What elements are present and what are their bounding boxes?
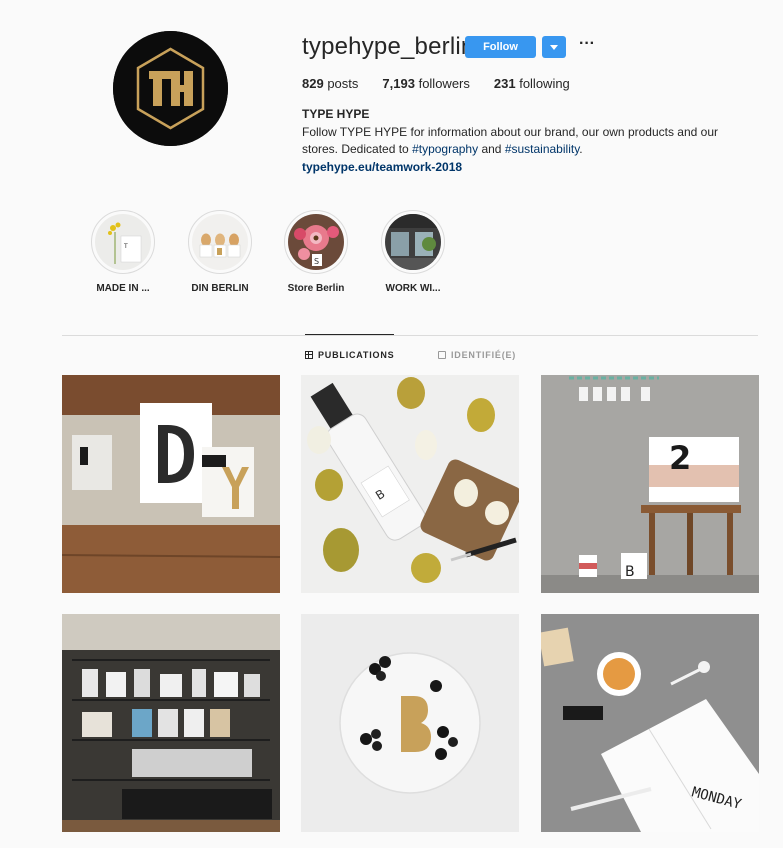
highlight-ring: S xyxy=(284,210,348,274)
post-thumbnail[interactable] xyxy=(301,614,519,832)
tab-publications-label: PUBLICATIONS xyxy=(318,350,395,360)
bio-website-link[interactable]: typehype.eu/teamwork-2018 xyxy=(302,160,462,174)
highlight-label: MADE IN ... xyxy=(96,283,150,294)
store-front-thumbnail-icon xyxy=(385,214,441,270)
highlight-ring xyxy=(381,210,445,274)
post-thumbnail[interactable]: B xyxy=(301,375,519,593)
highlight-work-with[interactable]: WORK WI... xyxy=(373,210,453,294)
bio-name: TYPE HYPE xyxy=(302,107,370,121)
svg-text:S: S xyxy=(314,257,319,266)
pears-bottle-image: B xyxy=(301,375,519,593)
bio-text: Follow TYPE HYPE for information about o… xyxy=(302,124,742,158)
chevron-down-icon xyxy=(550,44,558,50)
following-count-value: 231 xyxy=(493,76,516,91)
svg-text:B: B xyxy=(625,564,635,580)
store-shelves-image xyxy=(62,614,280,832)
stool-letter-2-image: 2 B xyxy=(541,375,759,593)
post-thumbnail[interactable] xyxy=(62,375,280,593)
highlight-ring xyxy=(188,210,252,274)
profile-stats: 829 posts 7,193 followers 231 following xyxy=(302,76,594,91)
profile-avatar[interactable] xyxy=(113,31,228,146)
posts-count-value: 829 xyxy=(302,76,324,91)
tab-tagged-label: IDENTIFIÉ(E) xyxy=(451,350,517,360)
follow-button[interactable]: Follow xyxy=(465,36,536,58)
followers-count-value: 7,193 xyxy=(382,76,415,91)
grid-icon xyxy=(305,351,313,359)
bio-period: . xyxy=(579,142,583,156)
bio-line-1: Follow TYPE HYPE for information about o… xyxy=(302,125,718,139)
highlight-label: Store Berlin xyxy=(287,283,345,294)
post-thumbnail[interactable]: MONDAY xyxy=(541,614,759,832)
followers-count-label: followers xyxy=(418,76,470,91)
highlight-label: DIN BERLIN xyxy=(191,283,249,294)
highlight-made-in[interactable]: T MADE IN ... xyxy=(83,210,163,294)
letter-cups-wood-image xyxy=(62,375,280,593)
plate-blackberries-b-image xyxy=(301,614,519,832)
post-thumbnail[interactable] xyxy=(62,614,280,832)
svg-text:T: T xyxy=(123,243,128,250)
post-thumbnail[interactable]: 2 B xyxy=(541,375,759,593)
highlight-label: WORK WI... xyxy=(385,283,441,294)
flowers-thumbnail-icon: S xyxy=(288,214,344,270)
tab-tagged[interactable]: IDENTIFIÉ(E) xyxy=(438,350,516,360)
bio-line-2: stores. Dedicated to xyxy=(302,142,413,156)
notebook-monday-image: MONDAY xyxy=(541,614,759,832)
bio-and-text: and xyxy=(478,142,505,156)
plant-card-thumbnail-icon: T xyxy=(95,214,151,270)
active-tab-indicator xyxy=(305,334,394,335)
more-options-button[interactable]: ··· xyxy=(578,36,596,58)
profile-username: typehype_berlin xyxy=(302,33,475,60)
hashtag-typography-link[interactable]: #typography xyxy=(412,142,478,156)
posts-count-label: posts xyxy=(327,76,359,91)
highlight-store-berlin[interactable]: S Store Berlin xyxy=(276,210,356,294)
highlight-ring: T xyxy=(91,210,155,274)
followers-count[interactable]: 7,193 followers xyxy=(382,76,469,91)
svg-text:2: 2 xyxy=(669,439,691,477)
egg-cups-thumbnail-icon xyxy=(192,214,248,270)
tab-publications[interactable]: PUBLICATIONS xyxy=(305,350,394,360)
highlight-din-berlin[interactable]: DIN BERLIN xyxy=(180,210,260,294)
type-hype-logo-icon xyxy=(113,31,228,146)
suggested-accounts-button[interactable] xyxy=(542,36,566,58)
posts-count: 829 posts xyxy=(302,76,358,91)
following-count-label: following xyxy=(519,76,570,91)
tagged-user-icon xyxy=(438,351,446,359)
hashtag-sustainability-link[interactable]: #sustainability xyxy=(505,142,579,156)
following-count[interactable]: 231 following xyxy=(494,76,570,91)
tabs-divider xyxy=(62,335,758,336)
